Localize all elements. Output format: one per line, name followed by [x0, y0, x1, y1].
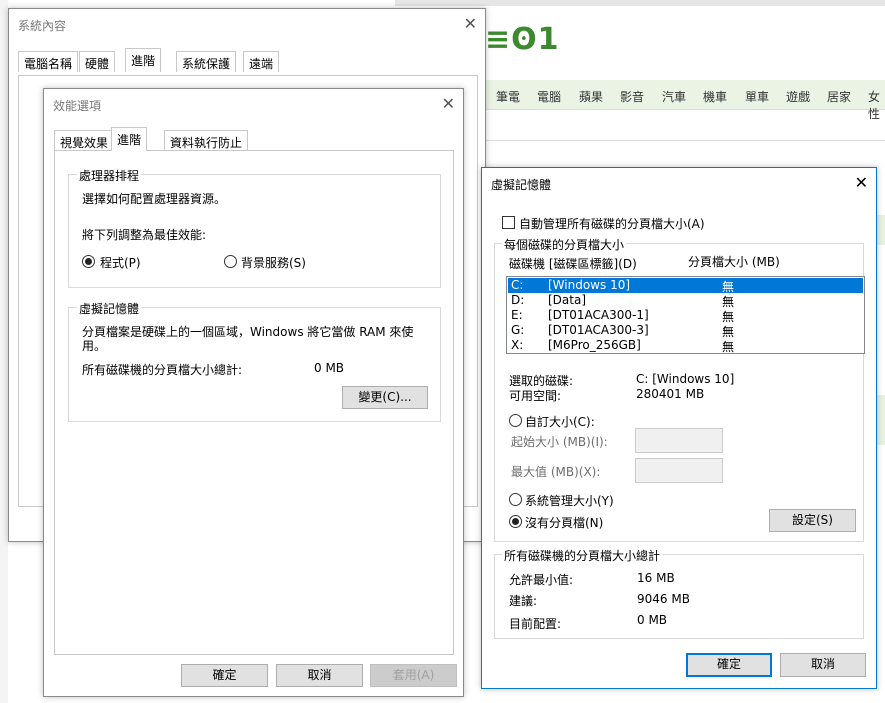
custom-size-label[interactable]: 自訂大小(C): [525, 413, 595, 430]
vm-desc-line1: 分頁檔案是硬碟上的一個區域，Windows 將它當做 RAM 來使 [82, 325, 414, 339]
max-size-label: 最大值 (MB)(X): [511, 465, 601, 479]
group-label: 所有磁碟機的分頁檔大小總計 [502, 547, 663, 564]
programs-radio[interactable] [82, 255, 95, 268]
virtual-memory-group: 虛擬記憶體 分頁檔案是硬碟上的一個區域，Windows 將它當做 RAM 來使 … [68, 300, 441, 422]
page-fragment [876, 215, 885, 245]
nav-item[interactable]: 女性 [868, 88, 885, 122]
adjust-label: 將下列調整為最佳效能: [82, 228, 207, 242]
nav-item[interactable]: 機車 [703, 88, 727, 105]
recommended-value: 9046 MB [637, 592, 690, 606]
vm-desc-line2: 用。 [82, 339, 107, 353]
group-label: 每個磁碟的分頁檔大小 [502, 236, 627, 253]
ok-button[interactable]: 確定 [686, 653, 772, 677]
nav-item[interactable]: 單車 [745, 88, 769, 105]
nav-item[interactable]: 居家 [827, 88, 851, 105]
size-column-header: 分頁檔大小 (MB) [688, 255, 780, 269]
auto-manage-label[interactable]: 自動管理所有磁碟的分頁檔大小(A) [519, 215, 705, 232]
change-button[interactable]: 變更(C)... [342, 386, 428, 409]
title-bar: 虛擬記憶體 ✕ [482, 168, 876, 198]
drive-row[interactable]: X: [M6Pro_256GB] 無 [508, 338, 863, 354]
drive-list[interactable]: C: [Windows 10] 無 D: [Data] 無 E: [DT01AC… [506, 276, 865, 354]
vm-total-value: 0 MB [314, 361, 345, 375]
nav-item[interactable]: 影音 [620, 88, 644, 105]
ok-button[interactable]: 確定 [181, 664, 268, 687]
per-drive-group: 每個磁碟的分頁檔大小 磁碟機 [磁碟區標籤](D) 分頁檔大小 (MB) C: … [494, 236, 865, 542]
tab-dep[interactable]: 資料執行防止 [164, 130, 249, 151]
custom-size-radio[interactable] [509, 414, 522, 427]
tab-strip: 電腦名稱 硬體 進階 系統保護 遠端 [18, 48, 478, 75]
cancel-button[interactable]: 取消 [276, 664, 363, 687]
min-allowed-value: 16 MB [637, 571, 675, 585]
system-managed-radio[interactable] [509, 493, 522, 506]
tab-visual-effects[interactable]: 視覺效果 [54, 130, 115, 151]
nav-item[interactable]: 電腦 [537, 88, 561, 105]
tab-system-protection[interactable]: 系統保護 [176, 51, 237, 72]
drive-column-header: 磁碟機 [磁碟區標籤](D) [509, 257, 637, 271]
background-services-radio[interactable] [224, 255, 237, 268]
page-fragment [876, 395, 885, 445]
close-icon[interactable]: ✕ [855, 173, 868, 192]
close-icon[interactable]: ✕ [442, 94, 455, 113]
tab-advanced[interactable]: 進階 [111, 127, 148, 151]
performance-options-window: 效能選項 ✕ 視覺效果 進階 資料執行防止 處理器排程 選擇如何配置處理器資源。… [43, 88, 464, 697]
recommended-label: 建議: [509, 594, 538, 608]
drive-row[interactable]: G: [DT01ACA300-3] 無 [508, 323, 863, 339]
drive-row[interactable]: E: [DT01ACA300-1] 無 [508, 308, 863, 324]
site-nav: 筆電 電腦 蘋果 影音 汽車 機車 單車 遊戲 居家 女性 [484, 80, 885, 121]
processor-scheduling-group: 處理器排程 選擇如何配置處理器資源。 將下列調整為最佳效能: 程式(P) 背景服… [68, 167, 441, 288]
close-icon[interactable]: ✕ [464, 14, 477, 33]
virtual-memory-window: 虛擬記憶體 ✕ 自動管理所有磁碟的分頁檔大小(A) 每個磁碟的分頁檔大小 磁碟機… [481, 167, 877, 689]
totals-group: 所有磁碟機的分頁檔大小總計 允許最小值: 16 MB 建議: 9046 MB 目… [494, 547, 864, 639]
drive-row[interactable]: D: [Data] 無 [508, 293, 863, 309]
left-page-edge [0, 0, 8, 703]
tab-computer-name[interactable]: 電腦名稱 [18, 51, 79, 72]
vm-total-label: 所有磁碟機的分頁檔大小總計: [82, 363, 243, 377]
nav-item[interactable]: 汽車 [662, 88, 686, 105]
apply-button[interactable]: 套用(A) [370, 664, 457, 687]
tab-advanced[interactable]: 進階 [125, 48, 162, 72]
processor-desc: 選擇如何配置處理器資源。 [82, 192, 227, 206]
window-title: 系統內容 [18, 19, 67, 33]
auto-manage-checkbox[interactable] [502, 216, 515, 229]
page-top-bar [395, 0, 885, 6]
tab-hardware[interactable]: 硬體 [79, 51, 116, 72]
initial-size-input[interactable] [635, 428, 723, 453]
title-bar: 系統內容 ✕ [9, 9, 485, 39]
window-title: 虛擬記憶體 [491, 178, 552, 192]
tab-remote[interactable]: 遠端 [243, 51, 280, 72]
nav-item[interactable]: 筆電 [496, 88, 520, 105]
cancel-button[interactable]: 取消 [780, 653, 866, 677]
title-bar: 效能選項 ✕ [44, 89, 463, 119]
nav-item[interactable]: 蘋果 [579, 88, 603, 105]
system-managed-label[interactable]: 系統管理大小(Y) [525, 492, 614, 509]
window-title: 效能選項 [53, 99, 102, 113]
initial-size-label: 起始大小 (MB)(I): [511, 435, 608, 449]
no-paging-file-radio[interactable] [509, 515, 522, 528]
current-label: 目前配置: [509, 617, 562, 631]
drive-row[interactable]: C: [Windows 10] 無 [508, 278, 863, 294]
current-value: 0 MB [637, 613, 668, 627]
divider [484, 140, 885, 141]
set-button[interactable]: 設定(S) [769, 509, 856, 532]
min-allowed-label: 允許最小值: [509, 573, 574, 587]
free-space-label: 可用空間: [509, 389, 562, 403]
site-logo[interactable]: ≡ʘ1 [485, 22, 560, 57]
programs-label[interactable]: 程式(P) [100, 254, 141, 271]
free-space-value: 280401 MB [636, 387, 705, 401]
tab-panel: 處理器排程 選擇如何配置處理器資源。 將下列調整為最佳效能: 程式(P) 背景服… [54, 150, 454, 655]
background-services-label[interactable]: 背景服務(S) [241, 254, 306, 271]
no-paging-file-label[interactable]: 沒有分頁檔(N) [525, 514, 603, 531]
group-label: 虛擬記憶體 [77, 300, 142, 317]
group-label: 處理器排程 [77, 167, 142, 184]
max-size-input[interactable] [635, 458, 723, 483]
selected-drive-value: C: [Windows 10] [636, 372, 735, 386]
tab-strip: 視覺效果 進階 資料執行防止 [54, 127, 454, 151]
nav-item[interactable]: 遊戲 [786, 88, 810, 105]
